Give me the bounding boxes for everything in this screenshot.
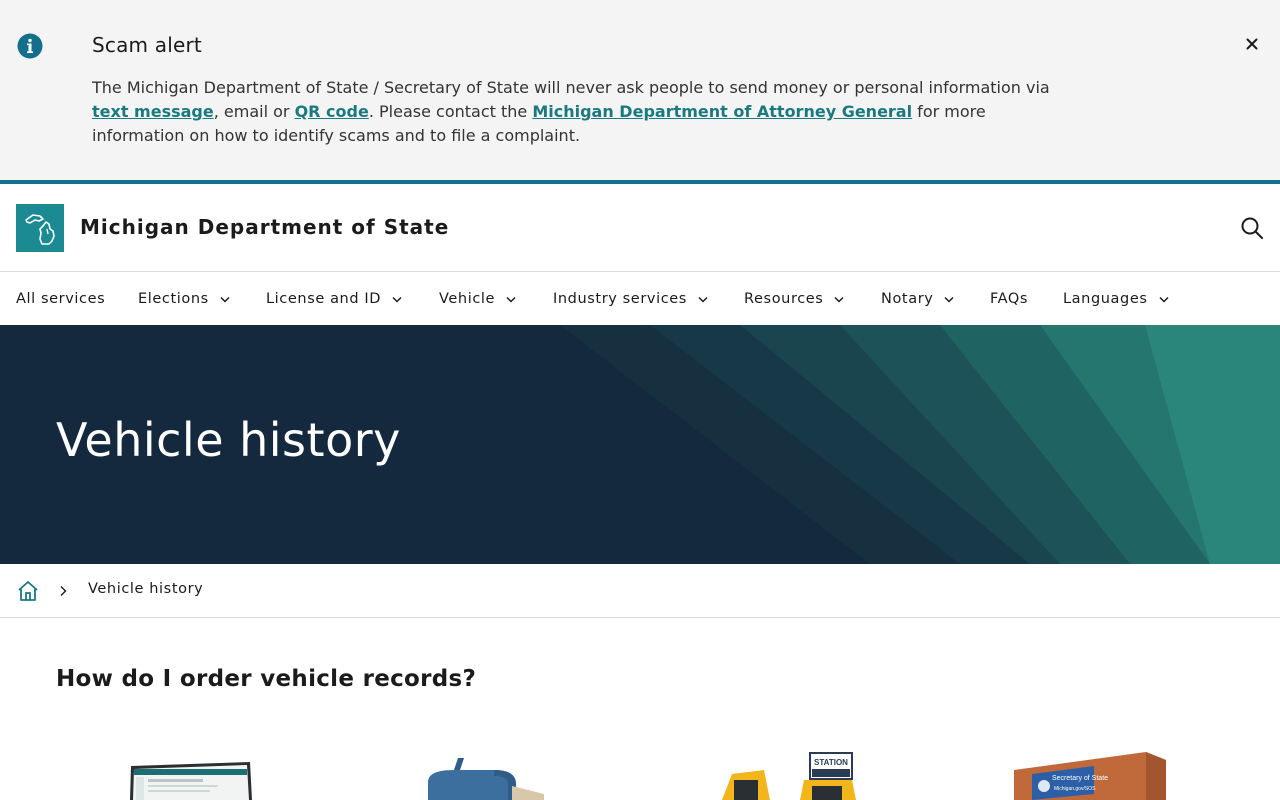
chevron-down-icon [506, 296, 516, 303]
nav-item-license-and-id[interactable]: License and ID [266, 273, 402, 325]
hero-banner: Vehicle history [0, 325, 1280, 564]
nav-item-label: Vehicle [439, 291, 496, 307]
search-icon[interactable] [1240, 216, 1264, 240]
chevron-down-icon [220, 296, 230, 303]
alert-text: . Please contact the [368, 102, 533, 121]
sos-office-building-graphic: Secretary of State Michigan.gov/SOS [1014, 752, 1166, 800]
michigan-logo[interactable] [16, 204, 64, 252]
nav-item-all-services[interactable]: All services [16, 273, 105, 325]
site-title[interactable]: Michigan Department of State [80, 215, 449, 239]
station-sign-text: STATION [814, 758, 848, 767]
page-title: Vehicle history [56, 413, 401, 467]
nav-item-label: Resources [744, 291, 824, 307]
chevron-down-icon [944, 296, 954, 303]
chevron-down-icon [698, 296, 708, 303]
michigan-map-icon [25, 214, 55, 245]
nav-item-label: Notary [881, 291, 934, 307]
info-icon [17, 33, 43, 59]
nav-item-label: Industry services [553, 291, 687, 307]
nav-item-resources[interactable]: Resources [744, 273, 844, 325]
alert-message: The Michigan Department of State / Secre… [92, 76, 1052, 148]
nav-item-vehicle[interactable]: Vehicle [439, 273, 516, 325]
chevron-right-icon [60, 586, 67, 596]
mailbox-graphic [428, 758, 544, 800]
nav-item-label: License and ID [266, 291, 382, 307]
text-message-link[interactable]: text message [92, 102, 214, 121]
qr-code-link[interactable]: QR code [295, 102, 369, 121]
mailbox-image[interactable] [424, 750, 548, 800]
breadcrumb: Vehicle history [0, 564, 1280, 618]
close-icon[interactable] [1243, 35, 1261, 53]
nav-item-notary[interactable]: Notary [881, 273, 954, 325]
home-icon[interactable] [16, 579, 40, 603]
nav-item-label: All services [16, 291, 106, 307]
nav-item-faqs[interactable]: FAQs [990, 273, 1028, 325]
alert-title: Scam alert [92, 33, 202, 57]
computer-screen-graphic [130, 762, 252, 800]
nav-item-industry-services[interactable]: Industry services [553, 273, 708, 325]
self-service-station-image[interactable]: STATION [720, 750, 860, 800]
sos-sign-text: Secretary of State [1052, 775, 1108, 782]
nav-item-languages[interactable]: Languages [1063, 273, 1169, 325]
main-navigation: All services Elections License and ID Ve… [0, 273, 1280, 325]
nav-item-elections[interactable]: Elections [138, 273, 230, 325]
chevron-down-icon [1158, 296, 1169, 303]
alert-text: The Michigan Department of State / Secre… [92, 78, 1050, 97]
section-heading: How do I order vehicle records? [56, 666, 477, 692]
chevron-down-icon [834, 296, 844, 303]
computer-screen-image[interactable] [128, 750, 254, 800]
self-service-station-graphic: STATION [722, 752, 856, 800]
attorney-general-link[interactable]: Michigan Department of Attorney General [532, 102, 912, 121]
nav-item-label: Elections [138, 291, 209, 307]
chevron-down-icon [392, 296, 402, 303]
nav-item-label: FAQs [990, 291, 1029, 307]
nav-item-label: Languages [1063, 291, 1148, 307]
scam-alert-banner: Scam alert The Michigan Department of St… [0, 0, 1280, 180]
breadcrumb-current: Vehicle history [88, 581, 204, 597]
sos-office-building-image[interactable]: Secretary of State Michigan.gov/SOS [1012, 750, 1168, 800]
site-header: Michigan Department of State [0, 184, 1280, 272]
alert-text: , email or [213, 102, 295, 121]
sos-sign-subtext: Michigan.gov/SOS [1054, 786, 1096, 792]
